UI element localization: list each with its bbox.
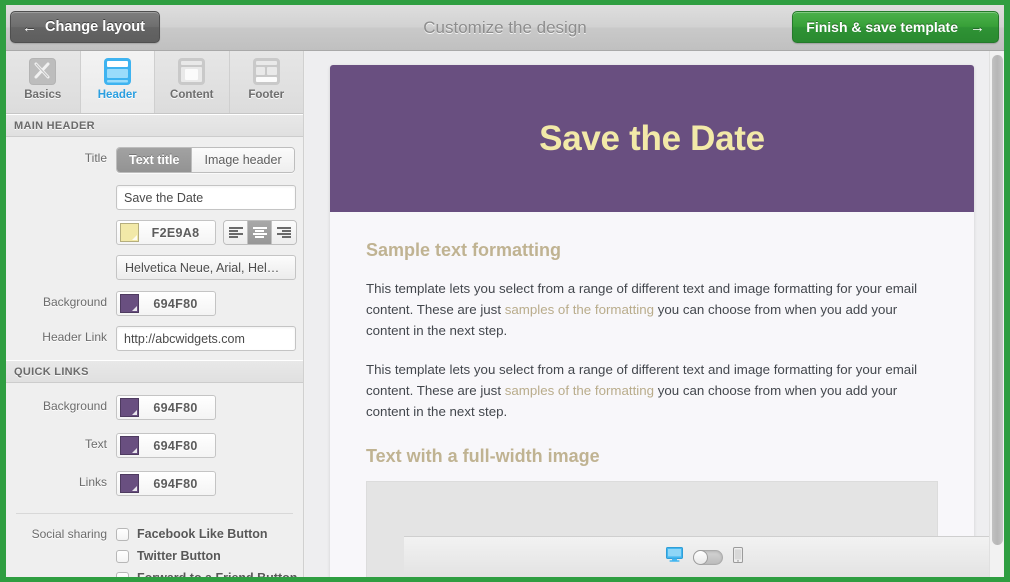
email-section2-title: Text with a full-width image [366,446,938,467]
header-link-label: Header Link [6,324,116,344]
field-quicklinks-links: Links 694F80 [6,469,303,499]
tab-footer-label: Footer [248,89,284,101]
mobile-phone-icon[interactable] [733,547,743,568]
header-background-hex: 694F80 [139,297,212,311]
field-header-link: Header Link [6,324,303,360]
field-header-background: Background 694F80 [6,289,303,319]
social-facebook-label: Facebook Like Button [137,527,268,541]
social-checkbox-facebook[interactable]: Facebook Like Button [116,523,297,545]
tab-basics[interactable]: Basics [6,51,81,113]
header-background-swatch [120,294,139,313]
email-preview-pane: Save the Date Sample text formatting Thi… [305,51,1004,577]
align-left-button[interactable] [224,221,248,244]
quicklinks-text-label: Text [6,431,116,451]
field-title-color: F2E9A8 [6,218,303,248]
device-preview-bar [404,536,1004,577]
email-paragraph-2: This template lets you select from a ran… [366,359,938,422]
align-center-button[interactable] [248,221,272,244]
top-toolbar: ← Change layout Customize the design Fin… [6,5,1004,51]
email-header-block[interactable]: Save the Date [330,65,974,212]
quicklinks-background-swatch [120,398,139,417]
tools-icon [27,56,58,87]
email-canvas: Save the Date Sample text formatting Thi… [330,65,974,577]
desktop-monitor-icon[interactable] [666,547,683,567]
preview-scrollbar-track[interactable] [989,51,1004,577]
para1-highlight: samples of the formatting [505,302,654,317]
title-label: Title [6,145,116,165]
field-quicklinks-background: Background 694F80 [6,393,303,423]
quicklinks-background-color-picker[interactable]: 694F80 [116,395,216,420]
social-sharing-list: Facebook Like Button Twitter Button Forw… [116,520,297,577]
social-checkbox-twitter[interactable]: Twitter Button [116,545,297,567]
field-title: Title Text title Image header [6,145,303,175]
quicklinks-background-label: Background [6,393,116,413]
tab-footer[interactable]: Footer [230,51,304,113]
tab-header[interactable]: Header [81,51,156,113]
finish-save-template-button[interactable]: Finish & save template → [792,11,999,43]
header-background-color-picker[interactable]: 694F80 [116,291,216,316]
app-root: ← Change layout Customize the design Fin… [0,0,1010,582]
quicklinks-text-hex: 694F80 [139,439,212,453]
title-mode-text[interactable]: Text title [117,148,192,172]
device-toggle-switch[interactable] [693,550,723,565]
arrow-right-icon: → [970,20,985,35]
title-mode-segmented: Text title Image header [116,147,295,173]
sidebar-tabstrip: Basics Header [6,51,303,114]
checkbox-icon[interactable] [116,528,129,541]
field-title-value [6,183,303,213]
para2-highlight: samples of the formatting [505,383,654,398]
header-link-input[interactable] [116,326,296,351]
quicklinks-links-label: Links [6,469,116,489]
quicklinks-text-color-picker[interactable]: 694F80 [116,433,216,458]
content-layout-icon [176,56,207,87]
title-color-hex: F2E9A8 [139,226,212,240]
email-body: Sample text formatting This template let… [330,212,974,577]
footer-layout-icon [251,56,282,87]
social-sharing-label: Social sharing [6,520,116,541]
quicklinks-text-swatch [120,436,139,455]
email-paragraph-1: This template lets you select from a ran… [366,278,938,341]
quicklinks-links-hex: 694F80 [139,477,212,491]
field-title-font: Helvetica Neue, Arial, Hel… [6,253,303,283]
section-main-header-heading: MAIN HEADER [6,114,303,137]
preview-scrollbar-thumb[interactable] [992,55,1003,545]
checkbox-icon[interactable] [116,550,129,563]
align-right-button[interactable] [272,221,296,244]
email-section1-title: Sample text formatting [366,240,938,261]
tab-content-label: Content [170,89,213,101]
tab-content[interactable]: Content [155,51,230,113]
title-mode-image[interactable]: Image header [192,148,293,172]
tab-header-label: Header [98,89,137,101]
finish-save-label: Finish & save template [806,19,958,35]
header-layout-icon [102,56,133,87]
header-background-label: Background [6,289,116,309]
section-quick-links-heading: QUICK LINKS [6,360,303,383]
quicklinks-links-swatch [120,474,139,493]
title-color-picker[interactable]: F2E9A8 [116,220,216,245]
page-frame: ← Change layout Customize the design Fin… [6,5,1004,577]
checkbox-icon[interactable] [116,572,129,578]
email-header-title: Save the Date [539,119,765,159]
title-alignment-group [223,220,297,245]
field-quicklinks-text: Text 694F80 [6,431,303,461]
quicklinks-links-color-picker[interactable]: 694F80 [116,471,216,496]
toggle-knob [693,550,708,565]
social-checkbox-forward[interactable]: Forward to a Friend Button [116,567,297,577]
tab-basics-label: Basics [24,89,61,101]
social-forward-label: Forward to a Friend Button [137,571,297,577]
title-text-input[interactable] [116,185,296,210]
quicklinks-background-hex: 694F80 [139,401,212,415]
title-font-select[interactable]: Helvetica Neue, Arial, Hel… [116,255,296,280]
field-social-sharing: Social sharing Facebook Like Button Twit… [6,514,303,577]
settings-sidebar: Basics Header [6,51,304,577]
social-twitter-label: Twitter Button [137,549,221,563]
title-color-swatch [120,223,139,242]
